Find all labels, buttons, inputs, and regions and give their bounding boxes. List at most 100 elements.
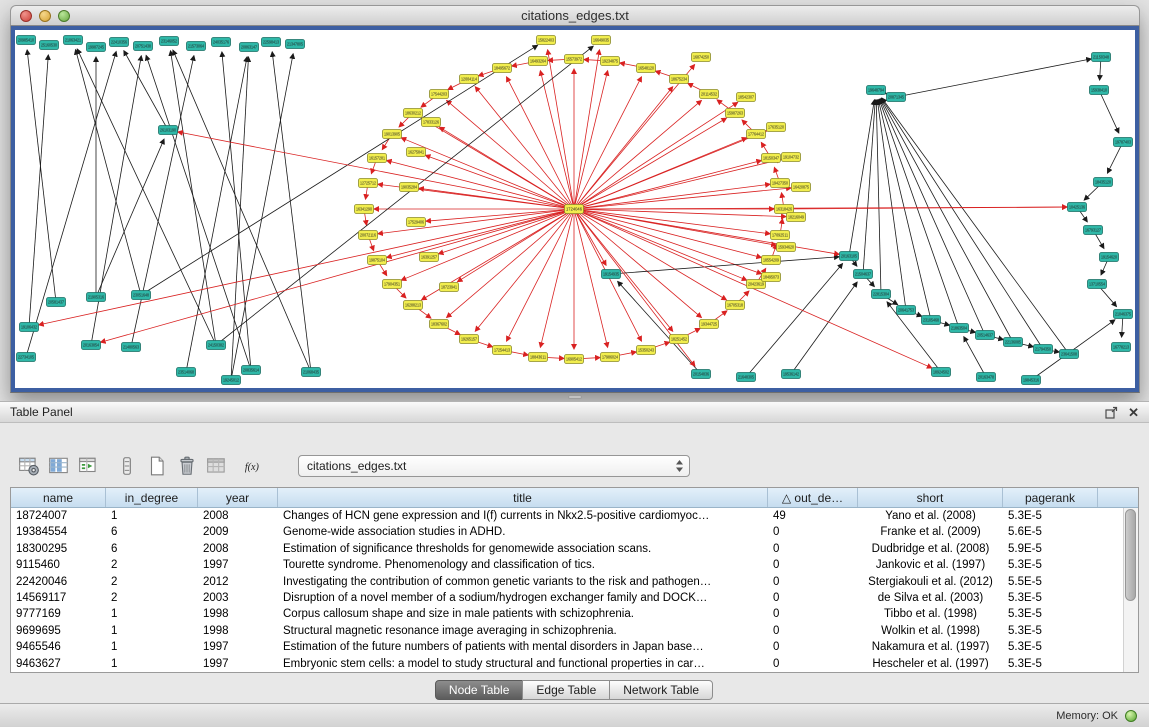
network-node[interactable]: 20871345	[887, 93, 906, 102]
network-node[interactable]: 15573972	[565, 55, 584, 64]
network-node[interactable]: 18723941	[440, 283, 459, 292]
network-node[interactable]: 22598413	[262, 38, 281, 47]
network-node[interactable]: 18435120	[1094, 178, 1113, 187]
network-window-titlebar[interactable]: citations_edges.txt	[10, 5, 1140, 26]
import-table-button[interactable]	[204, 453, 230, 479]
network-node[interactable]: 17092511	[771, 231, 790, 240]
network-node[interactable]: 18216049	[787, 213, 806, 222]
network-canvas[interactable]: 15573972 16493264 18495672 12004114 17544203…	[15, 30, 1135, 388]
network-edge[interactable]	[877, 100, 906, 310]
network-edge[interactable]	[548, 50, 574, 209]
network-node[interactable]: 17254413	[493, 346, 512, 355]
network-node[interactable]: 1724046	[565, 205, 584, 214]
network-node[interactable]: 16391257	[420, 253, 439, 262]
network-node[interactable]: 19536142	[782, 370, 801, 379]
network-edge[interactable]	[574, 50, 599, 209]
network-node[interactable]: 16493264	[529, 57, 548, 66]
network-edge[interactable]	[574, 102, 738, 209]
network-node[interactable]: 15934620	[777, 243, 796, 252]
network-node[interactable]: 20581437	[47, 298, 66, 307]
delete-table-button[interactable]	[174, 453, 200, 479]
network-node[interactable]: 15350243	[637, 346, 656, 355]
network-node[interactable]: 18554209	[762, 256, 781, 265]
network-edge[interactable]	[438, 209, 574, 254]
network-node[interactable]: 24150382	[207, 341, 226, 350]
network-node[interactable]: 19787403	[1114, 138, 1133, 147]
network-edge[interactable]	[876, 100, 881, 294]
column-header-4[interactable]: △ out_de…	[768, 488, 858, 507]
network-node[interactable]: 20985410	[17, 36, 36, 45]
network-node[interactable]: 19154935	[602, 270, 621, 279]
network-edge[interactable]	[186, 57, 247, 372]
network-node[interactable]: 20114532	[700, 90, 719, 99]
network-node[interactable]: 18251452	[670, 335, 689, 344]
table-row[interactable]: 1830029562008Estimation of significance …	[11, 541, 1123, 557]
network-node[interactable]: 18675234	[670, 75, 689, 84]
network-node[interactable]: 16905412	[565, 355, 584, 364]
network-node[interactable]: 19875104	[368, 256, 387, 265]
network-node[interactable]: 21573064	[187, 42, 206, 51]
select-columns-button[interactable]	[46, 453, 72, 479]
network-node[interactable]: 20514637	[976, 331, 995, 340]
network-node[interactable]: 17904351	[383, 280, 402, 289]
function-builder-button[interactable]: f(x)	[242, 453, 268, 479]
network-node[interactable]: 18542307	[737, 93, 756, 102]
network-node[interactable]: 17635120	[767, 123, 786, 132]
network-edge[interactable]	[131, 56, 194, 347]
network-node[interactable]: 19013905	[383, 130, 402, 139]
network-edge[interactable]	[27, 50, 56, 302]
network-node[interactable]: 20163105	[840, 252, 859, 261]
column-header-3[interactable]: title	[278, 488, 768, 507]
network-node[interactable]: 19035284	[400, 183, 419, 192]
network-node[interactable]: 16420875	[792, 183, 811, 192]
network-node[interactable]: 21648305	[737, 373, 756, 382]
column-header-0[interactable]: name	[11, 488, 106, 507]
network-node[interactable]: 20835614	[242, 366, 261, 375]
network-node[interactable]: 19427350	[771, 179, 790, 188]
network-node[interactable]: 23051648	[132, 291, 151, 300]
column-header-6[interactable]: pagerank	[1003, 488, 1098, 507]
network-edge[interactable]	[178, 132, 574, 209]
network-node[interactable]: 18150347	[762, 154, 781, 163]
network-node[interactable]: 18843611	[529, 353, 548, 362]
network-edge[interactable]	[618, 281, 701, 374]
network-node[interactable]: 23641508	[1060, 350, 1079, 359]
network-node[interactable]: 16275841	[407, 148, 426, 157]
network-edge[interactable]	[791, 282, 857, 374]
network-edge[interactable]	[272, 52, 311, 372]
network-node[interactable]: 18924502	[932, 368, 951, 377]
network-node[interactable]: 19987245	[87, 43, 106, 52]
network-node[interactable]: 18495672	[493, 64, 512, 73]
network-node[interactable]: 19245012	[222, 376, 241, 385]
network-node[interactable]: 21150348	[1092, 53, 1111, 62]
close-panel-icon[interactable]: ✕	[1128, 406, 1139, 419]
network-node[interactable]: 17544203	[430, 90, 449, 99]
network-node[interactable]: 19344725	[700, 320, 719, 329]
table-row[interactable]: 977716911998Corpus callosum shape and si…	[11, 606, 1123, 622]
network-node[interactable]: 21063421	[64, 36, 83, 45]
new-column-button[interactable]	[76, 453, 102, 479]
network-node[interactable]: 21480563	[122, 343, 141, 352]
network-node[interactable]: 19104732	[782, 153, 801, 162]
network-node[interactable]: 21905316	[87, 293, 106, 302]
network-node[interactable]: 12004114	[460, 75, 479, 84]
network-node[interactable]: 16874250	[692, 53, 711, 62]
network-node[interactable]: 15822403	[537, 36, 556, 45]
network-node[interactable]: 21347805	[286, 40, 305, 49]
network-edge[interactable]	[574, 188, 791, 209]
network-node[interactable]: 20154836	[692, 370, 711, 379]
network-node[interactable]: 21504637	[854, 270, 873, 279]
network-edge[interactable]	[878, 100, 931, 320]
network-node[interactable]: 23514068	[177, 368, 196, 377]
network-edge[interactable]	[863, 100, 875, 274]
network-edge[interactable]	[457, 209, 574, 282]
zoom-window-button[interactable]	[58, 10, 70, 22]
scrollbar-thumb[interactable]	[1125, 509, 1136, 601]
network-edge[interactable]	[849, 100, 874, 256]
network-node[interactable]: 21863504	[950, 324, 969, 333]
network-node[interactable]: 16793127	[1084, 226, 1103, 235]
table-row[interactable]: 2242004622012Investigating the contribut…	[11, 574, 1123, 590]
network-node[interactable]: 16288213	[404, 301, 423, 310]
network-node[interactable]: 16778213	[1112, 343, 1131, 352]
network-node[interactable]: 22734105	[17, 353, 36, 362]
